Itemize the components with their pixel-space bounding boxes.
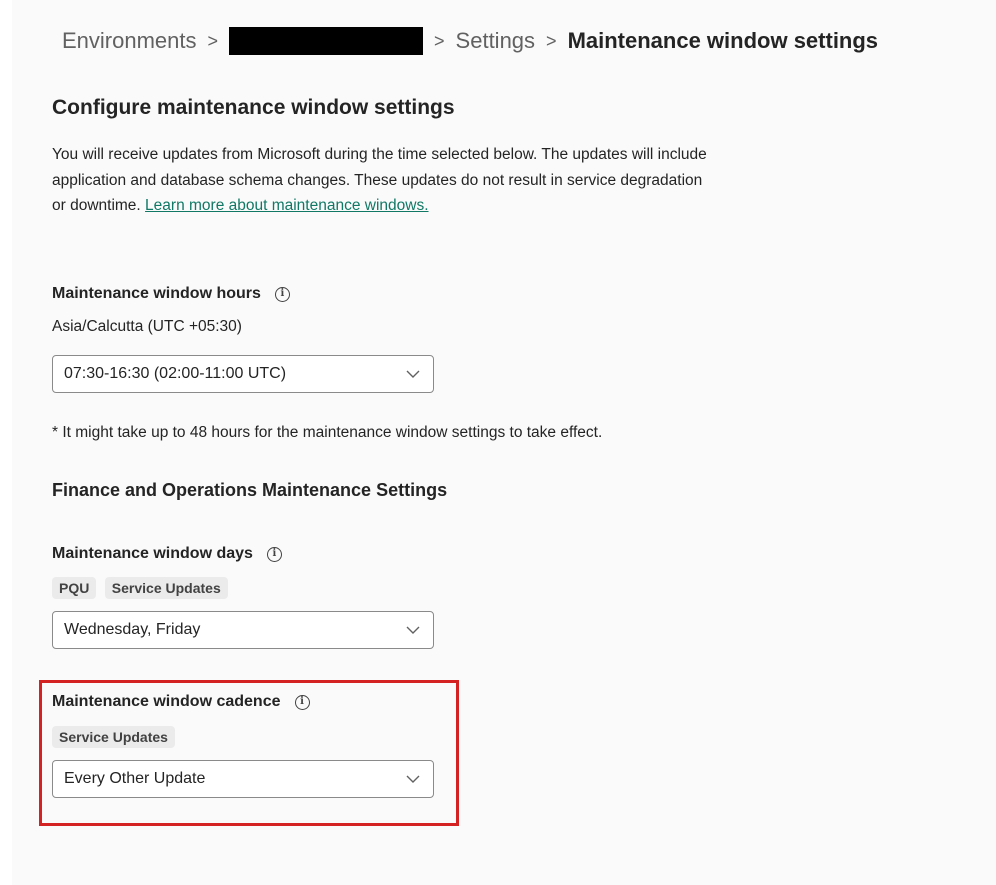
days-dropdown[interactable]: Wednesday, Friday xyxy=(52,611,434,649)
page-title: Configure maintenance window settings xyxy=(52,96,455,119)
breadcrumb-redacted-environment[interactable] xyxy=(229,27,424,55)
chevron-down-icon xyxy=(406,370,420,378)
hours-dropdown-value: 07:30-16:30 (02:00-11:00 UTC) xyxy=(64,365,287,382)
timezone-text: Asia/Calcutta (UTC +05:30) xyxy=(52,318,242,335)
highlight-annotation-box xyxy=(39,680,459,826)
breadcrumb-environments[interactable]: Environments xyxy=(62,28,197,54)
days-label-row: Maintenance window days i xyxy=(52,545,282,563)
fo-section-heading: Finance and Operations Maintenance Setti… xyxy=(52,480,448,500)
breadcrumb-current: Maintenance window settings xyxy=(567,28,879,53)
days-tags: PQU Service Updates xyxy=(52,577,232,599)
left-strip xyxy=(0,0,12,885)
info-icon[interactable]: i xyxy=(266,546,282,562)
tag-pqu: PQU xyxy=(52,577,97,599)
days-dropdown-value: Wednesday, Friday xyxy=(64,621,201,638)
breadcrumb-settings[interactable]: Settings xyxy=(456,28,536,54)
breadcrumb-separator-icon: > xyxy=(434,30,445,51)
breadcrumb-separator-icon: > xyxy=(546,30,557,51)
hours-label-row: Maintenance window hours i xyxy=(52,285,290,303)
learn-more-link[interactable]: Learn more about maintenance windows. xyxy=(145,197,428,214)
effect-note: * It might take up to 48 hours for the m… xyxy=(52,424,603,441)
page-description: You will receive updates from Microsoft … xyxy=(52,142,712,219)
info-icon[interactable]: i xyxy=(274,286,290,302)
hours-dropdown[interactable]: 07:30-16:30 (02:00-11:00 UTC) xyxy=(52,355,434,393)
breadcrumb: Environments > > Settings > Maintenance … xyxy=(62,26,878,56)
chevron-down-icon xyxy=(406,626,420,634)
hours-label: Maintenance window hours xyxy=(52,285,261,302)
breadcrumb-separator-icon: > xyxy=(207,30,219,51)
tag-service-updates: Service Updates xyxy=(104,577,228,599)
days-label: Maintenance window days xyxy=(52,545,253,562)
